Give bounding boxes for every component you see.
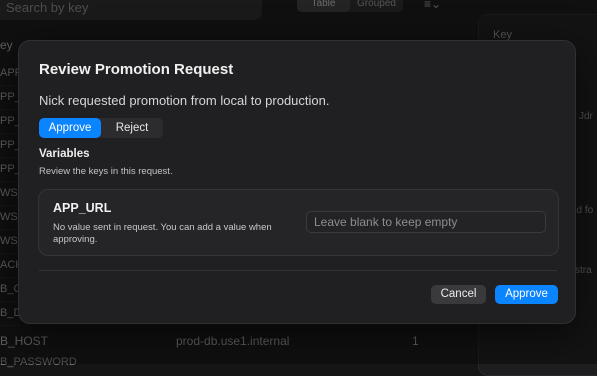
decision-segmented-control[interactable]: Approve Reject: [39, 118, 163, 138]
dialog-title: Review Promotion Request: [39, 61, 234, 78]
reject-toggle[interactable]: Reject: [101, 118, 163, 138]
variables-description: Review the keys in this request.: [39, 166, 173, 177]
variable-key: APP_URL: [53, 201, 112, 215]
variable-value-input[interactable]: [306, 211, 546, 233]
variables-heading: Variables: [39, 148, 90, 160]
approve-toggle[interactable]: Approve: [39, 118, 101, 138]
promotion-review-dialog: Review Promotion Request Nick requested …: [18, 40, 576, 324]
divider: [39, 270, 557, 271]
variable-hint: No value sent in request. You can add a …: [53, 222, 272, 245]
approve-button[interactable]: Approve: [495, 285, 558, 304]
variable-card: APP_URL No value sent in request. You ca…: [38, 189, 559, 256]
dialog-subtitle: Nick requested promotion from local to p…: [39, 93, 330, 108]
cancel-button[interactable]: Cancel: [431, 285, 486, 304]
